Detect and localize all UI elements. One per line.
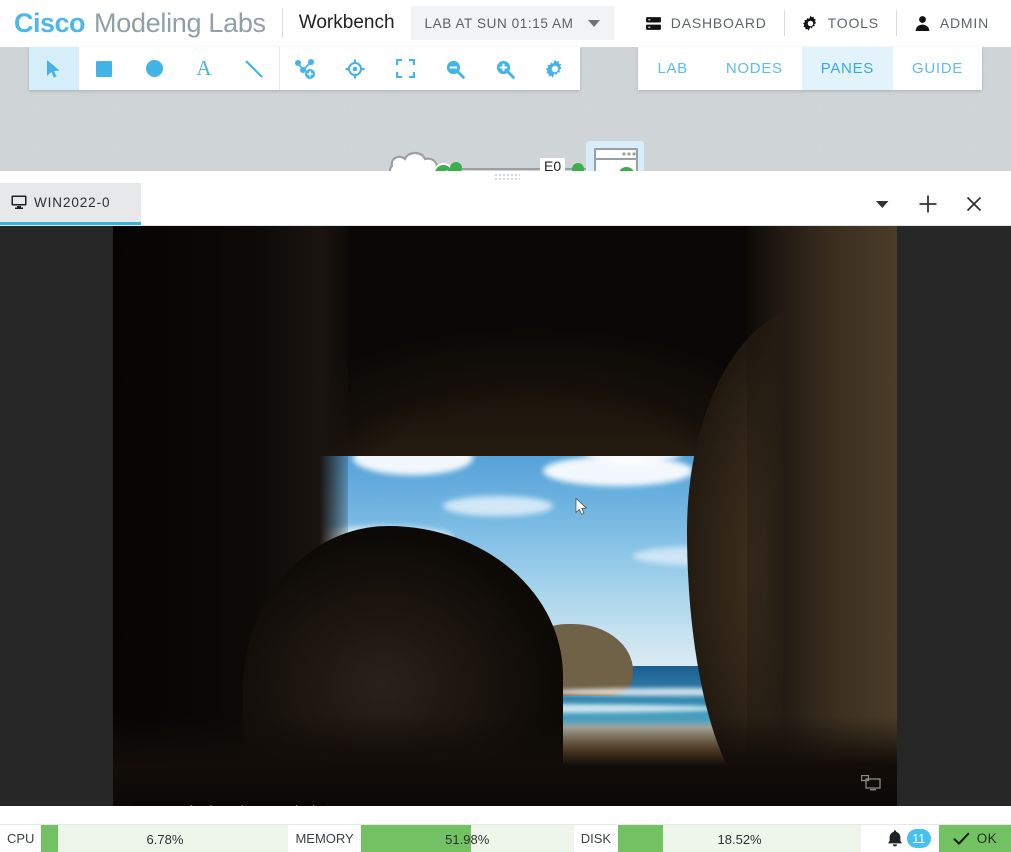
console-tab-label: WIN2022-0 [34,194,111,210]
nav-tools-label: TOOLS [827,15,879,31]
brand-secondary-text: Modeling Labs [94,7,266,38]
cml-workbench-app: Cisco Modeling Labs Workbench LAB AT SUN… [0,0,1011,852]
add-pane-button[interactable] [905,182,951,226]
circle-icon [145,60,163,77]
caret-down-icon [875,200,888,208]
lab-selector-label: LAB AT SUN 01:15 AM [424,15,574,31]
text-a-icon: A [196,56,212,80]
diagonal-line-icon [245,59,263,78]
server-icon [645,15,662,32]
add-node-tool-button[interactable] [280,47,330,90]
node-plus-icon [295,58,315,79]
rectangle-tool-button[interactable] [79,47,129,90]
tab-guide[interactable]: GUIDE [893,47,982,90]
cursor-arrow-icon [47,59,60,78]
toolbar-tools-group: A [29,47,580,90]
close-pane-button[interactable] [951,182,997,226]
pane-menu-button[interactable] [859,182,905,226]
person-icon [914,15,931,32]
tab-panes[interactable]: PANES [801,47,893,90]
crosshair-icon [345,59,365,78]
grid-line [0,146,1011,147]
disk-metric-value: 18.52% [717,831,762,847]
vnc-screen[interactable]: Press Ctrl+Alt+Delete to unlock. 6:34 Sa… [113,226,897,806]
tab-lab[interactable]: LAB [638,47,706,90]
mouse-pointer-icon [575,497,588,522]
status-bar: CPU 6.78% MEMORY 51.98% DISK 18.52% 11 O… [0,824,1011,852]
cpu-metric-label: CPU [7,831,35,846]
tab-nodes[interactable]: NODES [707,47,802,90]
pane-drag-handle[interactable] [494,173,520,181]
nav-admin-button[interactable]: ADMIN [897,8,1011,38]
cpu-metric-fill [41,825,59,852]
nav-tools-button[interactable]: TOOLS [785,8,896,38]
grid-line [0,106,1011,107]
bell-icon [886,829,904,848]
fit-brackets-icon [395,59,415,78]
vnc-viewport-backdrop: Press Ctrl+Alt+Delete to unlock. 6:34 Sa… [0,226,1011,806]
center-view-tool-button[interactable] [330,47,380,90]
canvas-toolbar: A LAB NODES PANES GUIDE [0,47,1011,90]
header-nav: DASHBOARD TOOLS ADMIN [628,0,1011,46]
disk-metric-meter: 18.52% [618,825,862,852]
chevron-down-icon [587,19,600,27]
topology-node-win2022-0[interactable] [572,141,644,175]
disk-metric-fill [618,825,664,852]
cpu-metric-meter: 6.78% [41,825,289,852]
page-title: Workbench [298,12,395,33]
zoom-out-tool-button[interactable] [430,47,480,90]
status-bar-right: 11 OK [876,824,1011,852]
text-tool-button[interactable]: A [179,47,229,90]
nav-dashboard-button[interactable]: DASHBOARD [628,8,784,38]
zoom-in-icon [496,60,515,79]
line-tool-button[interactable] [229,47,279,90]
header-divider-1 [281,8,283,38]
memory-metric-label: MEMORY [295,831,354,846]
brand-logo[interactable]: Cisco Modeling Labs [0,8,266,39]
monitor-icon [11,194,27,210]
console-tab-win2022-0[interactable]: WIN2022-0 [0,182,141,225]
lockscreen-wallpaper [113,226,897,806]
brand-primary-text: Cisco [14,7,86,38]
lab-selector-button[interactable]: LAB AT SUN 01:15 AM [410,6,614,40]
check-icon [953,832,969,845]
status-ok-button[interactable]: OK [938,824,1011,852]
console-pane: WIN2022-0 [0,182,1011,852]
zoom-out-icon [446,60,465,79]
memory-metric-meter: 51.98% [360,825,574,852]
notifications-button[interactable]: 11 [876,829,939,848]
gear-icon [802,14,819,32]
memory-metric-value: 51.98% [445,831,490,847]
plus-icon [919,195,937,212]
app-header: Cisco Modeling Labs Workbench LAB AT SUN… [0,0,1011,47]
console-tab-bar: WIN2022-0 [0,182,1011,226]
network-display-icon[interactable] [860,774,881,796]
gear-icon [545,58,562,78]
cpu-metric-value: 6.78% [146,831,184,847]
select-tool-button[interactable] [29,47,79,90]
wallpaper-cave-floor [113,716,897,806]
notification-count-badge: 11 [906,829,931,848]
status-ok-label: OK [976,831,997,846]
settings-tool-button[interactable] [530,47,580,90]
close-x-icon [966,196,982,211]
fit-screen-tool-button[interactable] [380,47,430,90]
square-icon [96,60,112,77]
nav-dashboard-label: DASHBOARD [670,15,767,31]
disk-metric-label: DISK [580,831,612,846]
ellipse-tool-button[interactable] [129,47,179,90]
nav-admin-label: ADMIN [939,15,989,31]
toolbar-tabs-group: LAB NODES PANES GUIDE [638,47,982,90]
zoom-in-tool-button[interactable] [480,47,530,90]
console-pane-actions [859,182,1011,225]
lockscreen-unlock-hint: Press Ctrl+Alt+Delete to unlock. [132,802,326,806]
